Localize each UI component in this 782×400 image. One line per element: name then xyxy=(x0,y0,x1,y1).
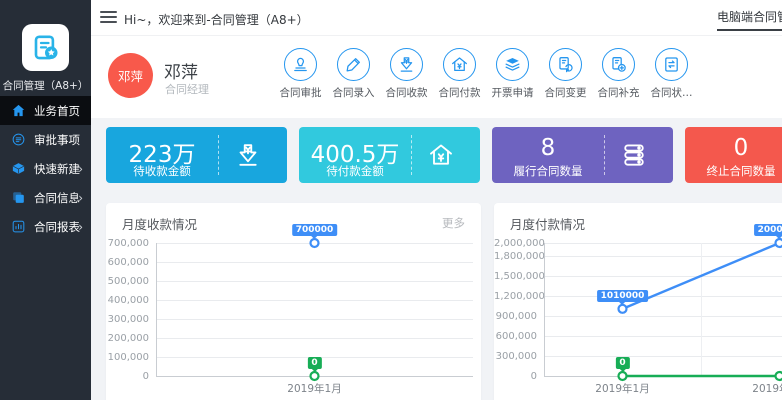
stat-value: 8 xyxy=(492,135,604,161)
stat-label: 待付款金额 xyxy=(299,163,411,179)
house-pay-icon xyxy=(427,141,455,169)
home-icon xyxy=(11,103,26,118)
sidebar-item-label: 快速新建 xyxy=(34,161,80,177)
contract-doc-star-icon xyxy=(31,33,61,63)
quick-action-label: 开票申请 xyxy=(492,85,534,100)
main-content: 邓萍 邓萍 合同经理 合同审批 合同录入 合同收款 合同付款 开票申请 合同变更… xyxy=(91,36,782,400)
quick-action-label: 合同付款 xyxy=(439,85,481,100)
point-label-badge: 0 xyxy=(615,357,629,369)
quick-action-contract-status[interactable]: 合同状… xyxy=(645,48,698,100)
terminated-card[interactable]: 0 终止合同数量 xyxy=(685,127,782,183)
doc-arrows-icon xyxy=(655,48,688,81)
doc-refresh-icon xyxy=(549,48,582,81)
point-label-badge: 1010000 xyxy=(597,290,649,302)
quick-action-label: 合同状… xyxy=(651,85,693,100)
welcome-text: Hi~，欢迎来到-合同管理（A8+） xyxy=(124,11,309,28)
chevron-right-icon: › xyxy=(78,162,83,176)
chart-icon xyxy=(11,219,26,234)
data-point xyxy=(619,372,627,380)
server-icon xyxy=(620,141,648,169)
data-point xyxy=(311,239,319,247)
stamp-icon xyxy=(284,48,317,81)
sidebar-item-label: 合同信息 xyxy=(34,190,80,206)
sidebar-item-approval-items[interactable]: 审批事项 xyxy=(0,125,91,154)
sidebar-item-label: 审批事项 xyxy=(34,132,80,148)
point-label-badge: 2000000 xyxy=(754,224,782,236)
payable-card[interactable]: 400.5万 待付款金额 xyxy=(299,127,480,183)
dashed-divider xyxy=(218,135,219,175)
hamburger-menu-icon[interactable] xyxy=(100,11,117,24)
quick-action-contract-payment[interactable]: 合同付款 xyxy=(433,48,486,100)
quick-action-label: 合同补充 xyxy=(598,85,640,100)
app-title: 合同管理（A8+） xyxy=(0,78,91,93)
dashed-divider xyxy=(604,135,605,175)
quick-actions-row: 合同审批 合同录入 合同收款 合同付款 开票申请 合同变更 合同补充 合同状… xyxy=(274,48,698,100)
sidebar-item-label: 合同报表 xyxy=(34,219,80,235)
quick-action-label: 合同变更 xyxy=(545,85,587,100)
chevron-right-icon: › xyxy=(78,220,83,234)
sidebar-item-contract-info[interactable]: 合同信息 › xyxy=(0,183,91,212)
quick-action-contract-approval[interactable]: 合同审批 xyxy=(274,48,327,100)
collect-icon xyxy=(234,141,262,169)
doc-plus-icon xyxy=(602,48,635,81)
sidebar-menu: 业务首页 审批事项 快速新建 › 合同信息 › 合同报表 › xyxy=(0,96,91,241)
pc-contract-tab[interactable]: 电脑端合同管理 xyxy=(717,5,782,31)
quick-action-label: 合同审批 xyxy=(280,85,322,100)
quick-action-contract-supplement[interactable]: 合同补充 xyxy=(592,48,645,100)
receivable-card[interactable]: 223万 待收款金额 xyxy=(106,127,287,183)
quick-action-contract-entry[interactable]: 合同录入 xyxy=(327,48,380,100)
chevron-right-icon: › xyxy=(78,191,83,205)
avatar: 邓萍 xyxy=(108,53,153,98)
sidebar-item-label: 业务首页 xyxy=(34,103,80,119)
quick-action-contract-change[interactable]: 合同变更 xyxy=(539,48,592,100)
data-point xyxy=(619,305,627,313)
topbar: Hi~，欢迎来到-合同管理（A8+） 电脑端合同管理 xyxy=(91,0,782,36)
user-name: 邓萍 xyxy=(164,58,198,83)
header-strip: 邓萍 邓萍 合同经理 合同审批 合同录入 合同收款 合同付款 开票申请 合同变更… xyxy=(91,36,782,118)
point-label-badge: 700000 xyxy=(292,224,338,236)
chart-card-receipts: 月度收款情况更多0100,000200,000300,000400,000500… xyxy=(106,203,481,400)
sidebar: 合同管理（A8+） 业务首页 审批事项 快速新建 › 合同信息 › 合同报表 xyxy=(0,0,91,400)
stat-label: 履行合同数量 xyxy=(492,163,604,179)
copy-icon xyxy=(11,190,26,205)
quick-action-invoice-request[interactable]: 开票申请 xyxy=(486,48,539,100)
chart-card-payments: 月度付款情况0300,000600,000900,0001,200,0001,5… xyxy=(494,203,782,400)
dashed-divider xyxy=(411,135,412,175)
cube-icon xyxy=(11,161,26,176)
pencil-icon xyxy=(337,48,370,81)
quick-action-label: 合同收款 xyxy=(386,85,428,100)
approval-icon xyxy=(11,132,26,147)
data-point xyxy=(776,372,782,380)
quick-action-label: 合同录入 xyxy=(333,85,375,100)
sidebar-item-business-home[interactable]: 业务首页 xyxy=(0,96,91,125)
point-label-badge: 0 xyxy=(307,357,321,369)
house-pay-icon xyxy=(443,48,476,81)
contract-dashboard-screen: 合同管理（A8+） 业务首页 审批事项 快速新建 › 合同信息 › 合同报表 xyxy=(0,0,782,400)
sidebar-item-contract-report[interactable]: 合同报表 › xyxy=(0,212,91,241)
data-point xyxy=(311,372,319,380)
stat-value: 0 xyxy=(685,135,782,161)
layers-icon xyxy=(496,48,529,81)
user-role: 合同经理 xyxy=(165,81,209,97)
data-point xyxy=(776,239,782,247)
stat-label: 待收款金额 xyxy=(106,163,218,179)
performing-card[interactable]: 8 履行合同数量 xyxy=(492,127,673,183)
app-logo xyxy=(22,24,69,71)
quick-action-contract-collection[interactable]: 合同收款 xyxy=(380,48,433,100)
stat-label: 终止合同数量 xyxy=(685,163,782,179)
collect-icon xyxy=(390,48,423,81)
sidebar-item-quick-create[interactable]: 快速新建 › xyxy=(0,154,91,183)
